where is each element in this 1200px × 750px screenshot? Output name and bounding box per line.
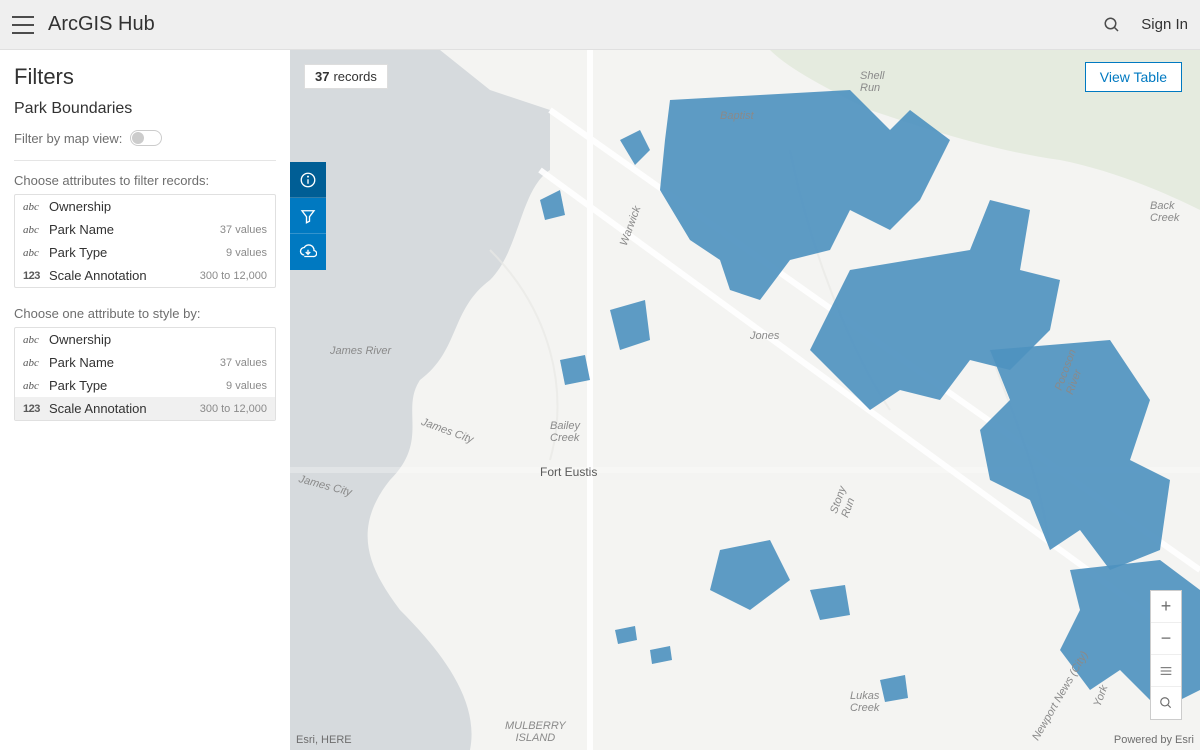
map-search-button[interactable] (1151, 687, 1181, 719)
type-icon: 123 (23, 270, 49, 282)
filter-section-label: Choose attributes to filter records: (14, 173, 276, 188)
map-side-toolbar (290, 162, 326, 270)
search-icon (1159, 696, 1173, 710)
view-table-button[interactable]: View Table (1085, 62, 1182, 92)
info-icon (299, 171, 317, 189)
sign-in-link[interactable]: Sign In (1141, 16, 1188, 33)
divider (14, 160, 276, 161)
map-area[interactable]: 37 records View Table + − (290, 50, 1200, 750)
download-icon (299, 243, 317, 261)
map-controls: + − (1150, 590, 1182, 720)
attr-meta: 9 values (226, 380, 267, 392)
filter-icon (299, 207, 317, 225)
attr-name: Park Type (49, 245, 226, 260)
type-icon: abc (23, 247, 49, 259)
type-icon: abc (23, 334, 49, 346)
top-bar: ArcGIS Hub Sign In (0, 0, 1200, 50)
attribution-left: Esri, HERE (296, 734, 352, 746)
brand-title: ArcGIS Hub (48, 13, 155, 36)
style-attr-parkname[interactable]: abc Park Name 37 values (15, 351, 275, 374)
type-icon: abc (23, 224, 49, 236)
filter-attr-ownership[interactable]: abc Ownership (15, 195, 275, 218)
attr-name: Scale Annotation (49, 401, 200, 416)
top-bar-left: ArcGIS Hub (12, 13, 155, 36)
filters-sidebar: Filters Park Boundaries Filter by map vi… (0, 50, 290, 750)
style-attr-ownership[interactable]: abc Ownership (15, 328, 275, 351)
top-bar-right: Sign In (1103, 16, 1188, 34)
download-button[interactable] (290, 234, 326, 270)
records-count: 37 (315, 69, 329, 84)
type-icon: abc (23, 357, 49, 369)
attr-meta: 300 to 12,000 (200, 270, 267, 282)
attr-meta: 37 values (220, 224, 267, 236)
style-attr-list: abc Ownership abc Park Name 37 values ab… (14, 327, 276, 421)
attr-name: Scale Annotation (49, 268, 200, 283)
zoom-in-button[interactable]: + (1151, 591, 1181, 623)
attr-name: Park Name (49, 355, 220, 370)
records-badge: 37 records (304, 64, 388, 89)
attribution-right: Powered by Esri (1114, 734, 1194, 746)
attr-name: Park Type (49, 378, 226, 393)
attr-name: Park Name (49, 222, 220, 237)
filter-attr-parktype[interactable]: abc Park Type 9 values (15, 241, 275, 264)
info-button[interactable] (290, 162, 326, 198)
layers-icon (1158, 663, 1174, 679)
main-content: Filters Park Boundaries Filter by map vi… (0, 50, 1200, 750)
style-section-label: Choose one attribute to style by: (14, 306, 276, 321)
filter-attr-list: abc Ownership abc Park Name 37 values ab… (14, 194, 276, 288)
mapview-label: Filter by map view: (14, 131, 122, 146)
menu-icon[interactable] (12, 16, 34, 34)
records-label: records (333, 69, 376, 84)
type-icon: abc (23, 201, 49, 213)
attr-name: Ownership (49, 332, 267, 347)
type-icon: 123 (23, 403, 49, 415)
filters-heading: Filters (14, 64, 276, 90)
mapview-filter-row: Filter by map view: (14, 130, 276, 146)
attr-meta: 37 values (220, 357, 267, 369)
attr-meta: 9 values (226, 247, 267, 259)
search-icon[interactable] (1103, 16, 1121, 34)
attr-name: Ownership (49, 199, 267, 214)
filter-attr-parkname[interactable]: abc Park Name 37 values (15, 218, 275, 241)
type-icon: abc (23, 380, 49, 392)
filter-attr-scale[interactable]: 123 Scale Annotation 300 to 12,000 (15, 264, 275, 287)
map-canvas[interactable] (290, 50, 1200, 750)
basemap-button[interactable] (1151, 655, 1181, 687)
filter-button[interactable] (290, 198, 326, 234)
zoom-out-button[interactable]: − (1151, 623, 1181, 655)
layer-heading: Park Boundaries (14, 100, 276, 118)
mapview-toggle[interactable] (130, 130, 162, 146)
style-attr-scale[interactable]: 123 Scale Annotation 300 to 12,000 (15, 397, 275, 420)
attr-meta: 300 to 12,000 (200, 403, 267, 415)
style-attr-parktype[interactable]: abc Park Type 9 values (15, 374, 275, 397)
